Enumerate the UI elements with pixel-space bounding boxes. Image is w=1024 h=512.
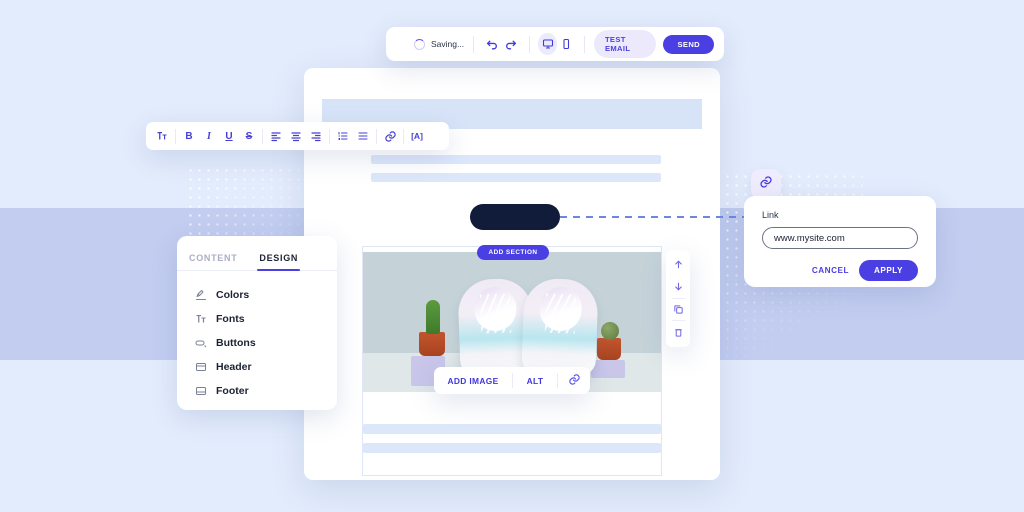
panel-tabs: CONTENT DESIGN	[177, 236, 337, 271]
image-toolbar: ADD IMAGE ALT	[434, 367, 590, 394]
link-dialog-actions: CANCEL APPLY	[762, 260, 918, 281]
divider	[175, 128, 176, 144]
divider	[403, 128, 404, 144]
image-link-button[interactable]	[558, 367, 590, 394]
apply-button[interactable]: APPLY	[858, 260, 918, 281]
photo-cactus-right	[601, 322, 619, 340]
divider	[329, 128, 330, 144]
photo-pot-right	[597, 338, 621, 360]
menu-item-colors[interactable]: Colors	[194, 283, 337, 306]
link-field-label: Link	[762, 210, 779, 220]
saving-label: Saving...	[431, 39, 465, 49]
email-text-placeholder-3	[363, 424, 661, 434]
divider	[473, 35, 474, 53]
align-right-icon[interactable]	[306, 126, 326, 146]
email-text-placeholder-2	[371, 173, 661, 182]
menu-item-footer[interactable]: Footer	[194, 379, 337, 402]
divider	[584, 35, 585, 53]
saving-status: Saving...	[396, 38, 465, 50]
menu-item-label: Footer	[216, 384, 249, 397]
design-panel: CONTENT DESIGN Colors Fonts Buttons Head…	[177, 236, 337, 410]
link-dialog: Link www.mysite.com CANCEL APPLY	[744, 196, 936, 287]
cancel-button[interactable]: CANCEL	[812, 266, 849, 275]
email-cta-button[interactable]	[470, 204, 560, 230]
email-text-placeholder-1	[371, 155, 661, 164]
menu-item-label: Fonts	[216, 312, 245, 325]
photo-pot-left	[419, 332, 445, 356]
link-badge[interactable]	[751, 169, 781, 199]
insert-link-icon[interactable]	[380, 126, 400, 146]
color-dropper-icon	[194, 288, 207, 301]
header-layout-icon	[194, 360, 207, 373]
bulleted-list-icon[interactable]	[353, 126, 373, 146]
divider	[262, 128, 263, 144]
underline-icon[interactable]: U	[219, 126, 239, 146]
photo-pedestal-right	[591, 360, 625, 378]
bold-icon[interactable]: B	[179, 126, 199, 146]
move-down-icon[interactable]	[666, 276, 690, 298]
merge-tag-icon[interactable]: [A]	[407, 126, 427, 146]
photo-cactus-left	[426, 300, 440, 334]
footer-layout-icon	[194, 384, 207, 397]
align-left-icon[interactable]	[266, 126, 286, 146]
divider	[528, 35, 530, 53]
menu-item-header[interactable]: Header	[194, 355, 337, 378]
menu-item-label: Header	[216, 360, 252, 373]
delete-icon[interactable]	[666, 321, 690, 343]
send-button[interactable]: SEND	[663, 34, 714, 54]
link-url-input[interactable]: www.mysite.com	[762, 227, 918, 249]
tab-design[interactable]: DESIGN	[257, 253, 300, 271]
tab-content[interactable]: CONTENT	[189, 253, 237, 270]
add-section-button[interactable]: ADD SECTION	[477, 245, 549, 260]
photo-sneaker-right	[521, 277, 599, 377]
desktop-preview-icon[interactable]	[538, 33, 557, 55]
divider	[376, 128, 377, 144]
app-canvas: ADD SECTION ADD IMAGE ALT Saving... TEST…	[0, 0, 1024, 512]
move-up-icon[interactable]	[666, 254, 690, 276]
email-text-placeholder-4	[363, 443, 661, 453]
editor-toolbar: Saving... TEST EMAIL SEND	[386, 27, 724, 61]
link-icon	[759, 175, 773, 194]
menu-item-buttons[interactable]: Buttons	[194, 331, 337, 354]
duplicate-icon[interactable]	[666, 298, 690, 320]
italic-icon[interactable]: I	[199, 126, 219, 146]
spinner-icon	[414, 38, 425, 50]
block-tools	[666, 250, 690, 347]
redo-icon[interactable]	[501, 33, 519, 55]
link-icon	[568, 373, 581, 388]
menu-item-label: Colors	[216, 288, 250, 301]
alt-text-button[interactable]: ALT	[513, 367, 557, 394]
add-image-button[interactable]: ADD IMAGE	[434, 367, 512, 394]
link-connector-line	[560, 216, 760, 218]
font-size-icon	[194, 312, 207, 325]
button-icon	[194, 336, 207, 349]
mobile-preview-icon[interactable]	[557, 33, 575, 55]
design-menu: Colors Fonts Buttons Header Footer	[177, 271, 337, 402]
font-size-icon[interactable]	[152, 126, 172, 146]
test-email-button[interactable]: TEST EMAIL	[593, 30, 657, 58]
text-format-toolbar: B I U S [A]	[146, 122, 449, 150]
undo-icon[interactable]	[483, 33, 501, 55]
menu-item-label: Buttons	[216, 336, 256, 349]
align-center-icon[interactable]	[286, 126, 306, 146]
ordered-list-icon[interactable]	[333, 126, 353, 146]
strikethrough-icon[interactable]: S	[239, 126, 259, 146]
menu-item-fonts[interactable]: Fonts	[194, 307, 337, 330]
